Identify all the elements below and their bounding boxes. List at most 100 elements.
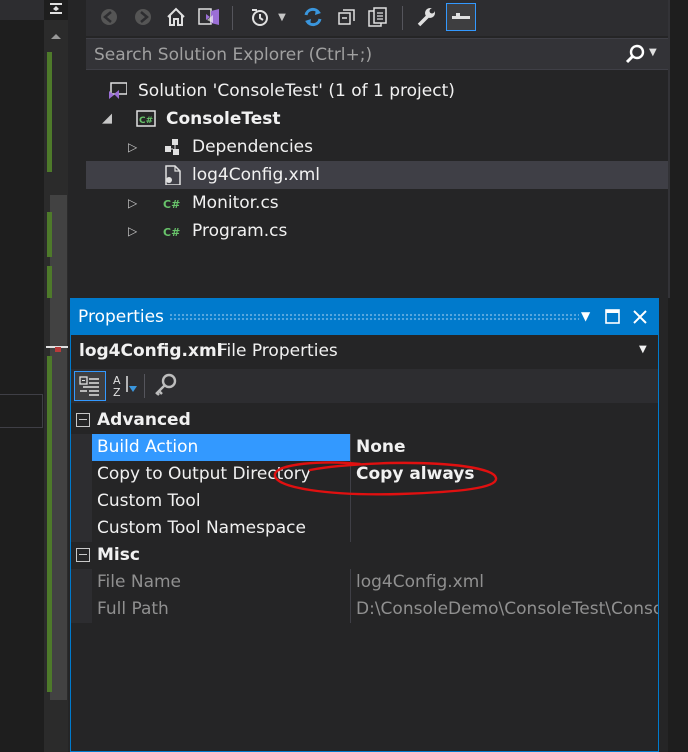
tree-item-monitor[interactable]: ▷ C# Monitor.cs — [86, 189, 668, 217]
tree-item-solution[interactable]: Solution 'ConsoleTest' (1 of 1 project) — [86, 77, 668, 105]
property-row-build-action[interactable]: Build Action None — [71, 434, 658, 461]
tree-item-label: Dependencies — [192, 137, 313, 157]
search-icon[interactable] — [624, 44, 646, 66]
svg-text:Z: Z — [113, 386, 121, 399]
property-row-file-name[interactable]: File Name log4Config.xml — [71, 569, 658, 596]
categorized-icon[interactable] — [74, 371, 106, 401]
category-advanced[interactable]: Advanced — [71, 407, 658, 434]
search-options-chevron-icon[interactable]: ▼ — [649, 47, 657, 58]
right-border — [668, 0, 670, 298]
collapse-icon[interactable] — [76, 548, 90, 562]
chevron-down-icon[interactable]: ▼ — [276, 4, 288, 30]
toolbar-separator — [402, 6, 403, 30]
svg-text:C#: C# — [163, 226, 180, 239]
show-all-files-icon[interactable] — [366, 4, 390, 30]
chevron-down-icon[interactable]: ▼ — [639, 344, 647, 355]
property-value[interactable]: None — [352, 434, 658, 461]
object-selector[interactable]: log4Config.xml File Properties ▼ — [71, 337, 658, 367]
scroll-split-icon[interactable] — [44, 0, 68, 20]
row-gutter — [71, 434, 92, 461]
property-name[interactable]: Build Action — [92, 434, 351, 461]
wrench-icon[interactable] — [414, 4, 438, 30]
properties-window: Properties ▼ log4Config.xml File Propert… — [70, 298, 659, 752]
alphabetical-icon[interactable]: AZ — [111, 372, 139, 404]
property-name[interactable]: Custom Tool Namespace — [92, 515, 351, 542]
row-gutter — [71, 596, 92, 623]
property-pages-icon[interactable] — [151, 372, 179, 404]
right-edge — [668, 0, 688, 752]
category-misc[interactable]: Misc — [71, 542, 658, 569]
dependencies-icon — [165, 139, 179, 155]
solution-icon — [109, 82, 127, 99]
window-menu-chevron-icon[interactable]: ▼ — [581, 309, 590, 323]
editor-pane — [0, 0, 44, 752]
row-gutter — [71, 488, 92, 515]
property-row-custom-tool-namespace[interactable]: Custom Tool Namespace — [71, 515, 658, 542]
change-marker — [47, 212, 52, 257]
csharp-file-icon: C# — [163, 226, 180, 239]
row-gutter — [71, 569, 92, 596]
change-marker — [47, 52, 52, 172]
tree-item-label: log4Config.xml — [192, 165, 321, 185]
property-name[interactable]: File Name — [92, 569, 351, 596]
maximize-icon[interactable] — [604, 308, 622, 326]
solution-tree: Solution 'ConsoleTest' (1 of 1 project) … — [86, 74, 668, 298]
preview-selected-items-icon[interactable] — [446, 3, 476, 31]
scroll-up-icon[interactable] — [50, 32, 62, 40]
tree-item-label: ConsoleTest — [166, 109, 281, 129]
svg-text:C#: C# — [139, 116, 153, 126]
back-icon[interactable] — [98, 4, 120, 30]
tree-item-log4config[interactable]: log4Config.xml — [86, 161, 668, 189]
object-type: File Properties — [218, 341, 338, 361]
properties-title: Properties — [78, 307, 164, 327]
properties-title-bar[interactable]: Properties ▼ — [71, 299, 658, 335]
toolbar-separator — [144, 374, 145, 398]
property-value[interactable] — [352, 515, 658, 542]
change-marker — [47, 266, 52, 298]
tree-item-program[interactable]: ▷ C# Program.cs — [86, 217, 668, 245]
row-gutter — [71, 461, 92, 488]
panel-gap — [68, 0, 86, 298]
change-marker — [47, 356, 52, 692]
tree-item-dependencies[interactable]: ▷ Dependencies — [86, 133, 668, 161]
home-icon[interactable] — [164, 4, 188, 30]
solution-explorer-toolbar: ▼ — [86, 0, 668, 36]
editor-field — [0, 394, 43, 428]
object-name: log4Config.xml — [79, 341, 223, 361]
property-value-text: None — [356, 437, 406, 457]
collapse-all-icon[interactable] — [336, 4, 358, 30]
collapsed-triangle-icon[interactable]: ▷ — [128, 133, 140, 161]
category-label: Advanced — [97, 410, 191, 430]
tree-item-label: Program.cs — [192, 221, 288, 241]
collapsed-triangle-icon[interactable]: ▷ — [128, 189, 140, 217]
property-value[interactable]: log4Config.xml — [352, 569, 658, 596]
property-row-full-path[interactable]: Full Path D:\ConsoleDemo\ConsoleTest\Con… — [71, 596, 658, 623]
collapse-icon[interactable] — [76, 413, 90, 427]
switch-views-icon[interactable] — [196, 4, 222, 30]
drag-grip[interactable] — [169, 313, 579, 321]
error-marker — [55, 347, 61, 352]
csharp-file-icon: C# — [163, 198, 180, 211]
pending-changes-icon[interactable] — [248, 4, 272, 30]
sync-icon[interactable] — [300, 4, 326, 30]
csharp-project-icon: C# — [136, 110, 156, 127]
toolbar-separator — [232, 6, 233, 30]
property-name[interactable]: Full Path — [92, 596, 351, 623]
tree-item-label: Monitor.cs — [192, 193, 279, 213]
close-icon[interactable] — [631, 308, 649, 326]
tree-item-project[interactable]: ◢ C# ConsoleTest — [86, 105, 668, 133]
search-input[interactable]: Search Solution Explorer (Ctrl+;) — [94, 45, 372, 65]
xml-file-icon — [165, 165, 181, 185]
scroll-thumb[interactable] — [50, 195, 67, 700]
property-value[interactable]: D:\ConsoleDemo\ConsoleTest\Console — [352, 596, 658, 623]
collapsed-triangle-icon[interactable]: ▷ — [128, 217, 140, 245]
scrollbar-header — [44, 0, 68, 20]
expanded-triangle-icon[interactable]: ◢ — [102, 105, 114, 133]
forward-icon[interactable] — [132, 4, 154, 30]
search-box[interactable]: Search Solution Explorer (Ctrl+;) ▼ — [86, 38, 668, 70]
category-label: Misc — [97, 545, 140, 565]
annotation-circle — [273, 461, 498, 496]
svg-text:C#: C# — [163, 198, 180, 211]
tree-item-label: Solution 'ConsoleTest' (1 of 1 project) — [138, 81, 455, 101]
properties-toolbar: AZ — [71, 369, 658, 403]
